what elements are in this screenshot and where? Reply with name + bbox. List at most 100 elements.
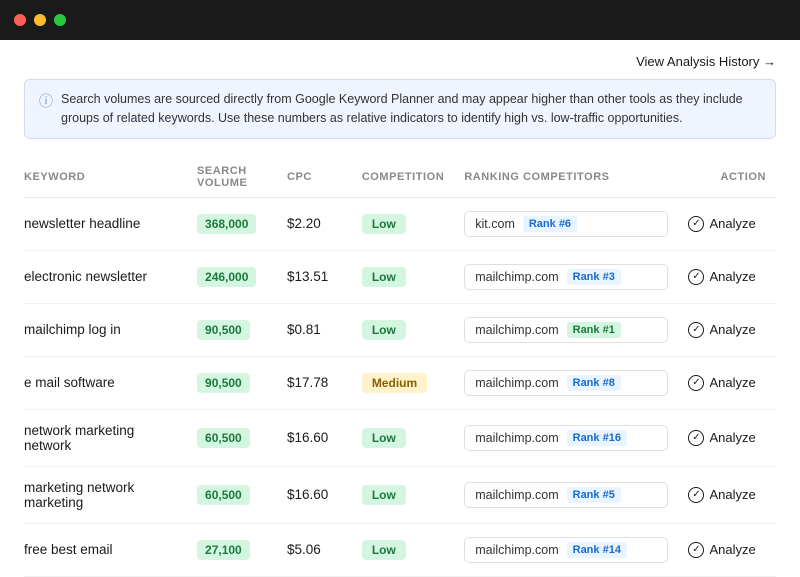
table-row: mailchimp log in 90,500 $0.81 Low mailch… bbox=[24, 303, 776, 356]
cpc-cell: $13.51 bbox=[277, 250, 352, 303]
volume-badge: 90,500 bbox=[197, 320, 250, 340]
keywords-table: KEYWORD SEARCH VOLUME CPC COMPETITION RA… bbox=[24, 157, 776, 577]
table-row: network marketing network 60,500 $16.60 … bbox=[24, 409, 776, 466]
volume-cell: 27,100 bbox=[187, 523, 277, 576]
cpc-cell: $16.60 bbox=[277, 409, 352, 466]
table-row: electronic newsletter 246,000 $13.51 Low… bbox=[24, 250, 776, 303]
action-cell: ✓ Analyze bbox=[678, 356, 776, 409]
analyze-icon: ✓ bbox=[688, 430, 704, 446]
traffic-light-red[interactable] bbox=[14, 14, 26, 26]
top-bar: View Analysis History → bbox=[24, 40, 776, 79]
competition-cell: Low bbox=[352, 250, 454, 303]
keyword-cell: electronic newsletter bbox=[24, 250, 187, 303]
cpc-cell: $17.78 bbox=[277, 356, 352, 409]
info-icon: ⓘ bbox=[39, 91, 53, 112]
analyze-button[interactable]: ✓ Analyze bbox=[688, 322, 766, 338]
volume-badge: 246,000 bbox=[197, 267, 256, 287]
analyze-icon: ✓ bbox=[688, 487, 704, 503]
analyze-icon: ✓ bbox=[688, 216, 704, 232]
table-header-row: KEYWORD SEARCH VOLUME CPC COMPETITION RA… bbox=[24, 157, 776, 198]
competitor-domain: kit.com bbox=[475, 217, 515, 231]
volume-badge: 90,500 bbox=[197, 373, 250, 393]
keyword-cell: newsletter headline bbox=[24, 197, 187, 250]
view-history-link[interactable]: View Analysis History → bbox=[636, 54, 776, 69]
analyze-icon: ✓ bbox=[688, 322, 704, 338]
volume-cell: 60,500 bbox=[187, 409, 277, 466]
competitor-box: mailchimp.com Rank #14 bbox=[464, 537, 668, 563]
competition-badge: Low bbox=[362, 320, 406, 340]
analyze-button[interactable]: ✓ Analyze bbox=[688, 216, 766, 232]
competitor-domain: mailchimp.com bbox=[475, 270, 558, 284]
table-row: free best email 27,100 $5.06 Low mailchi… bbox=[24, 523, 776, 576]
traffic-light-green[interactable] bbox=[54, 14, 66, 26]
col-header-keyword: KEYWORD bbox=[24, 157, 187, 198]
volume-cell: 60,500 bbox=[187, 466, 277, 523]
competition-badge: Low bbox=[362, 540, 406, 560]
action-cell: ✓ Analyze bbox=[678, 197, 776, 250]
analyze-button[interactable]: ✓ Analyze bbox=[688, 487, 766, 503]
action-cell: ✓ Analyze bbox=[678, 303, 776, 356]
col-header-action: ACTION bbox=[678, 157, 776, 198]
rank-badge: Rank #14 bbox=[567, 542, 627, 558]
action-cell: ✓ Analyze bbox=[678, 466, 776, 523]
action-cell: ✓ Analyze bbox=[678, 409, 776, 466]
competitor-domain: mailchimp.com bbox=[475, 488, 558, 502]
competition-cell: Low bbox=[352, 303, 454, 356]
competition-cell: Low bbox=[352, 523, 454, 576]
competitor-box: mailchimp.com Rank #1 bbox=[464, 317, 668, 343]
info-banner-text: Search volumes are sourced directly from… bbox=[61, 90, 761, 128]
info-banner: ⓘ Search volumes are sourced directly fr… bbox=[24, 79, 776, 139]
action-cell: ✓ Analyze bbox=[678, 250, 776, 303]
volume-cell: 246,000 bbox=[187, 250, 277, 303]
competitor-domain: mailchimp.com bbox=[475, 376, 558, 390]
rank-badge: Rank #5 bbox=[567, 487, 621, 503]
competitors-cell: mailchimp.com Rank #16 bbox=[454, 409, 678, 466]
rank-badge: Rank #3 bbox=[567, 269, 621, 285]
action-cell: ✓ Analyze bbox=[678, 523, 776, 576]
cpc-cell: $5.06 bbox=[277, 523, 352, 576]
competition-badge: Medium bbox=[362, 373, 427, 393]
analyze-button[interactable]: ✓ Analyze bbox=[688, 375, 766, 391]
volume-cell: 90,500 bbox=[187, 303, 277, 356]
keyword-cell: marketing network marketing bbox=[24, 466, 187, 523]
analyze-button[interactable]: ✓ Analyze bbox=[688, 542, 766, 558]
competition-badge: Low bbox=[362, 267, 406, 287]
competition-cell: Low bbox=[352, 197, 454, 250]
cpc-cell: $16.60 bbox=[277, 466, 352, 523]
competitors-cell: mailchimp.com Rank #3 bbox=[454, 250, 678, 303]
volume-cell: 90,500 bbox=[187, 356, 277, 409]
volume-badge: 27,100 bbox=[197, 540, 250, 560]
rank-badge: Rank #16 bbox=[567, 430, 627, 446]
competitors-cell: mailchimp.com Rank #8 bbox=[454, 356, 678, 409]
volume-cell: 368,000 bbox=[187, 197, 277, 250]
rank-badge: Rank #1 bbox=[567, 322, 621, 338]
competition-cell: Medium bbox=[352, 356, 454, 409]
competition-badge: Low bbox=[362, 214, 406, 234]
competitor-box: mailchimp.com Rank #16 bbox=[464, 425, 668, 451]
competitor-domain: mailchimp.com bbox=[475, 323, 558, 337]
competitors-cell: mailchimp.com Rank #5 bbox=[454, 466, 678, 523]
competitor-box: mailchimp.com Rank #5 bbox=[464, 482, 668, 508]
competition-badge: Low bbox=[362, 428, 406, 448]
analyze-button[interactable]: ✓ Analyze bbox=[688, 269, 766, 285]
volume-badge: 368,000 bbox=[197, 214, 256, 234]
analyze-button[interactable]: ✓ Analyze bbox=[688, 430, 766, 446]
traffic-light-yellow[interactable] bbox=[34, 14, 46, 26]
cpc-cell: $2.20 bbox=[277, 197, 352, 250]
col-header-cpc: CPC bbox=[277, 157, 352, 198]
analyze-icon: ✓ bbox=[688, 542, 704, 558]
title-bar bbox=[0, 0, 800, 40]
rank-badge: Rank #8 bbox=[567, 375, 621, 391]
keyword-cell: network marketing network bbox=[24, 409, 187, 466]
competitors-cell: mailchimp.com Rank #14 bbox=[454, 523, 678, 576]
competition-cell: Low bbox=[352, 409, 454, 466]
table-row: e mail software 90,500 $17.78 Medium mai… bbox=[24, 356, 776, 409]
table-row: newsletter headline 368,000 $2.20 Low ki… bbox=[24, 197, 776, 250]
keyword-cell: e mail software bbox=[24, 356, 187, 409]
col-header-competition: COMPETITION bbox=[352, 157, 454, 198]
keyword-cell: mailchimp log in bbox=[24, 303, 187, 356]
volume-badge: 60,500 bbox=[197, 485, 250, 505]
competitor-domain: mailchimp.com bbox=[475, 543, 558, 557]
competitor-box: mailchimp.com Rank #3 bbox=[464, 264, 668, 290]
col-header-volume: SEARCH VOLUME bbox=[187, 157, 277, 198]
